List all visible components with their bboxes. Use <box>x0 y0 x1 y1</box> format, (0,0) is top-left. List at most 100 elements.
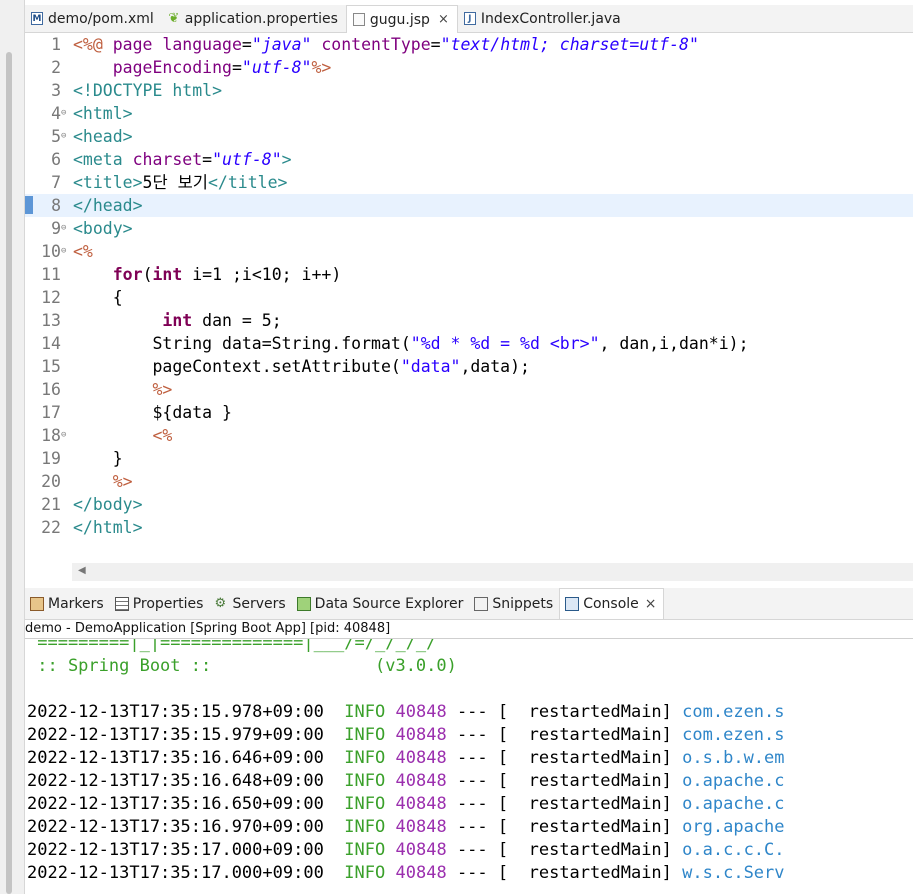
horizontal-scrollbar[interactable]: ◀ <box>72 563 913 581</box>
line-number: 15 <box>41 357 61 376</box>
code-line[interactable]: 13 int dan = 5; <box>25 309 913 332</box>
code-line[interactable]: 12 { <box>25 286 913 309</box>
code-line[interactable]: 10 ⊖ <% <box>25 240 913 263</box>
code-text: String data=String.format("%d * %d = %d … <box>73 334 749 353</box>
code-line[interactable]: 19 } <box>25 447 913 470</box>
log-line: 2022-12-13T17:35:16.650+09:00 INFO 40848… <box>27 794 785 814</box>
fold-icon[interactable]: ⊖ <box>61 240 66 263</box>
code-line[interactable]: 1 <%@ page language="java" contentType="… <box>25 33 913 56</box>
change-marker <box>25 196 33 214</box>
code-line[interactable]: 14 String data=String.format("%d * %d = … <box>25 332 913 355</box>
code-text: <head> <box>73 127 133 146</box>
tab-application-properties[interactable]: ❦ application.properties <box>162 5 346 32</box>
line-number: 11 <box>41 265 61 284</box>
code-line[interactable]: 7 <title>5단 보기</title> <box>25 171 913 194</box>
fold-icon[interactable]: ⊖ <box>61 125 66 148</box>
servers-icon: ⚙ <box>214 595 227 611</box>
code-line[interactable]: 15 pageContext.setAttribute("data",data)… <box>25 355 913 378</box>
editor-tabs: M demo/pom.xml ❦ application.properties … <box>25 5 913 33</box>
tab-properties[interactable]: Properties <box>110 588 210 619</box>
line-number: 12 <box>41 288 61 307</box>
code-text: for(int i=1 ;i<10; i++) <box>112 265 342 284</box>
tab-label: demo/pom.xml <box>48 10 154 27</box>
line-number: 7 <box>51 173 61 192</box>
left-scrollbar[interactable] <box>0 0 25 894</box>
code-line[interactable]: 17 ${data } <box>25 401 913 424</box>
line-number: 1 <box>51 35 61 54</box>
tab-label: Data Source Explorer <box>314 595 464 612</box>
code-line[interactable]: 18 ⊖ <% <box>25 424 913 447</box>
console-output[interactable]: =========|_|==============|___/=/_/_/_/ … <box>25 638 913 894</box>
tab-label: Console <box>583 596 639 612</box>
data-source-icon <box>296 596 311 611</box>
log-line: 2022-12-13T17:35:15.979+09:00 INFO 40848… <box>27 725 785 745</box>
log-line: 2022-12-13T17:35:17.000+09:00 INFO 40848… <box>27 863 785 883</box>
tab-pom-xml[interactable]: M demo/pom.xml <box>25 5 162 32</box>
code-line[interactable]: 21 </body> <box>25 493 913 516</box>
line-number: 19 <box>41 449 61 468</box>
tab-label: gugu.jsp <box>369 11 430 28</box>
log-line: 2022-12-13T17:35:16.648+09:00 INFO 40848… <box>27 771 785 791</box>
code-text: </head> <box>73 196 143 215</box>
log-line: 2022-12-13T17:35:16.646+09:00 INFO 40848… <box>27 748 785 768</box>
java-file-icon: J <box>463 12 476 25</box>
code-text: %> <box>73 472 133 491</box>
tab-index-controller[interactable]: J IndexController.java <box>458 5 629 32</box>
code-line[interactable]: 4 ⊖ <html> <box>25 102 913 125</box>
code-text: <meta charset="utf-8"> <box>73 150 292 169</box>
code-editor[interactable]: 1 <%@ page language="java" contentType="… <box>25 33 913 581</box>
line-number: 6 <box>51 150 61 169</box>
fold-icon[interactable]: ⊖ <box>61 102 66 125</box>
code-line[interactable]: 5 ⊖ <head> <box>25 125 913 148</box>
tab-data-source-explorer[interactable]: Data Source Explorer <box>292 588 470 619</box>
close-icon[interactable]: × <box>438 12 449 27</box>
close-icon[interactable]: × <box>645 596 657 612</box>
tab-servers[interactable]: ⚙ Servers <box>209 588 291 619</box>
code-text: pageEncoding="utf-8"%> <box>112 58 332 77</box>
log-line: 2022-12-13T17:35:15.978+09:00 INFO 40848… <box>27 702 785 722</box>
tab-snippets[interactable]: Snippets <box>469 588 559 619</box>
properties-icon <box>114 596 129 611</box>
line-number: 13 <box>41 311 61 330</box>
fold-icon[interactable]: ⊖ <box>61 217 66 240</box>
scroll-thumb[interactable] <box>6 52 12 894</box>
code-line[interactable]: 22 </html> <box>25 516 913 539</box>
scroll-left-icon[interactable]: ◀ <box>78 565 86 576</box>
code-line[interactable]: 2 pageEncoding="utf-8"%> <box>25 56 913 79</box>
tab-label: application.properties <box>184 10 338 27</box>
code-line[interactable]: 6 <meta charset="utf-8"> <box>25 148 913 171</box>
line-number: 18 <box>41 426 61 445</box>
code-line-current[interactable]: 8 </head> <box>25 194 913 217</box>
line-number: 17 <box>41 403 61 422</box>
line-number: 21 <box>41 495 61 514</box>
code-text: <body> <box>73 219 133 238</box>
code-line[interactable]: 11 for(int i=1 ;i<10; i++) <box>25 263 913 286</box>
spring-leaf-icon: ❦ <box>168 11 180 26</box>
code-line[interactable]: 20 %> <box>25 470 913 493</box>
view-tabs: Markers Properties ⚙ Servers Data Source… <box>25 588 913 620</box>
tab-markers[interactable]: Markers <box>25 588 110 619</box>
markers-icon <box>30 596 44 611</box>
line-number: 3 <box>51 81 61 100</box>
fold-icon[interactable]: ⊖ <box>61 424 66 447</box>
log-line: 2022-12-13T17:35:17.000+09:00 INFO 40848… <box>27 840 785 860</box>
console-icon <box>565 597 580 611</box>
console-banner: =========|_|==============|___/=/_/_/_/ <box>27 638 437 653</box>
code-line[interactable]: 9 ⊖ <body> <box>25 217 913 240</box>
code-text: <title>5단 보기</title> <box>73 173 288 192</box>
tab-label: Properties <box>132 595 204 612</box>
console-title: demo - DemoApplication [Spring Boot App]… <box>25 621 391 636</box>
code-text: ${data } <box>73 403 232 422</box>
line-number: 22 <box>41 518 61 537</box>
code-text: } <box>73 449 123 468</box>
tab-label: IndexController.java <box>480 10 621 27</box>
code-text: int dan = 5; <box>162 311 282 330</box>
tab-console[interactable]: Console × <box>559 588 664 619</box>
tab-gugu-jsp[interactable]: gugu.jsp × <box>345 5 458 33</box>
code-line[interactable]: 3 <!DOCTYPE html> <box>25 79 913 102</box>
code-line[interactable]: 16 %> <box>25 378 913 401</box>
code-text: { <box>73 288 123 307</box>
code-text: <% <box>73 242 93 261</box>
line-number: 8 <box>51 196 61 215</box>
code-text: %> <box>73 380 173 399</box>
